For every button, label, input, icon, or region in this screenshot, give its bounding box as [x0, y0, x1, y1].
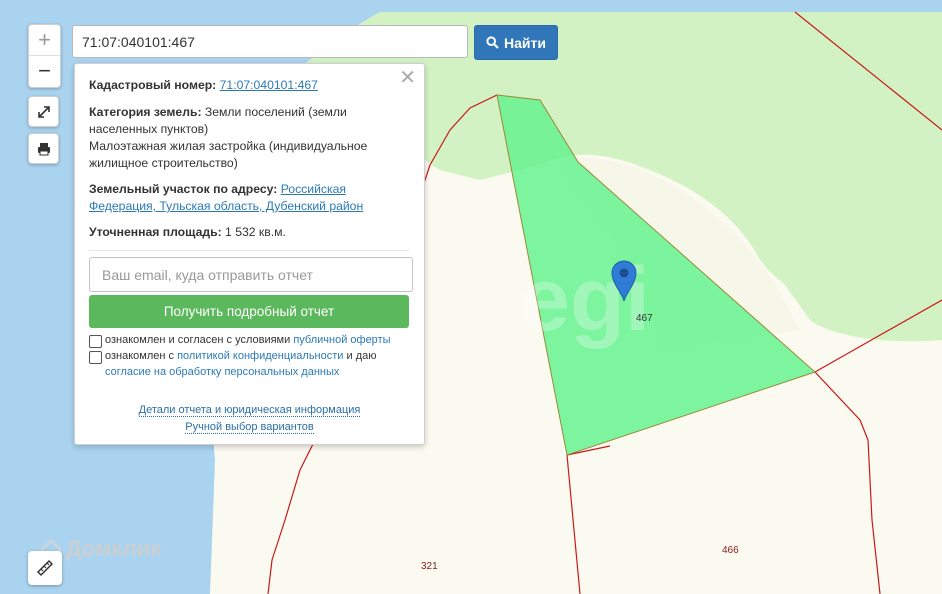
- privacy-consent-text: ознакомлен с политикой конфиденциальност…: [105, 350, 377, 378]
- printer-icon: [37, 142, 50, 155]
- data-processing-consent-link[interactable]: согласие на обработку персональных данны…: [105, 366, 339, 378]
- zoom-control: + −: [28, 24, 61, 88]
- zoom-out-button[interactable]: −: [29, 56, 60, 86]
- cadastral-number-row: Кадастровый номер: 71:07:040101:467: [89, 77, 404, 94]
- cadastral-number-link[interactable]: 71:07:040101:467: [220, 78, 318, 92]
- report-details-link-row: Детали отчета и юридическая информация: [75, 404, 424, 417]
- parcel-label-466: 466: [722, 545, 739, 556]
- area-value: 1 532 кв.м.: [225, 225, 286, 239]
- area-label: Уточненная площадь:: [89, 225, 222, 239]
- parcel-info-popup: ✕ Кадастровый номер: 71:07:040101:467 Ка…: [74, 63, 425, 445]
- area-row: Уточненная площадь: 1 532 кв.м.: [89, 224, 404, 241]
- parcel-label-467: 467: [636, 313, 653, 324]
- fullscreen-button[interactable]: [28, 96, 59, 127]
- privacy-policy-link[interactable]: политикой конфиденциальности: [177, 350, 343, 362]
- land-category-label: Категория земель:: [89, 105, 202, 119]
- address-label: Земельный участок по адресу:: [89, 182, 278, 196]
- cadastral-search-input[interactable]: [72, 25, 468, 58]
- privacy-consent-checkbox[interactable]: [89, 351, 102, 364]
- cadastral-label: Кадастровый номер:: [89, 78, 217, 92]
- find-button-label: Найти: [504, 34, 546, 51]
- expand-icon: [37, 105, 50, 118]
- parcel-label-321: 321: [421, 561, 438, 572]
- find-button[interactable]: Найти: [474, 25, 558, 60]
- get-report-button[interactable]: Получить подробный отчет: [89, 295, 409, 328]
- land-use-value: Малоэтажная жилая застройка (индивидуаль…: [89, 139, 368, 170]
- email-field[interactable]: [89, 257, 413, 292]
- public-offer-link[interactable]: публичной оферты: [293, 334, 390, 346]
- report-details-link[interactable]: Детали отчета и юридическая информация: [138, 404, 361, 417]
- ruler-button[interactable]: [28, 551, 62, 585]
- divider: [89, 250, 409, 251]
- offer-consent-checkbox[interactable]: [89, 335, 102, 348]
- manual-selection-link[interactable]: Ручной выбор вариантов: [185, 421, 314, 434]
- zoom-in-button[interactable]: +: [29, 25, 60, 56]
- address-row: Земельный участок по адресу: Российская …: [89, 181, 404, 215]
- print-button[interactable]: [28, 133, 59, 164]
- ruler-icon: [36, 559, 54, 577]
- manual-selection-link-row: Ручной выбор вариантов: [75, 421, 424, 434]
- search-icon: [486, 36, 499, 49]
- land-category-row: Категория земель: Земли поселений (земли…: [89, 104, 404, 172]
- offer-consent-text: ознакомлен и согласен с условиями публич…: [105, 334, 391, 346]
